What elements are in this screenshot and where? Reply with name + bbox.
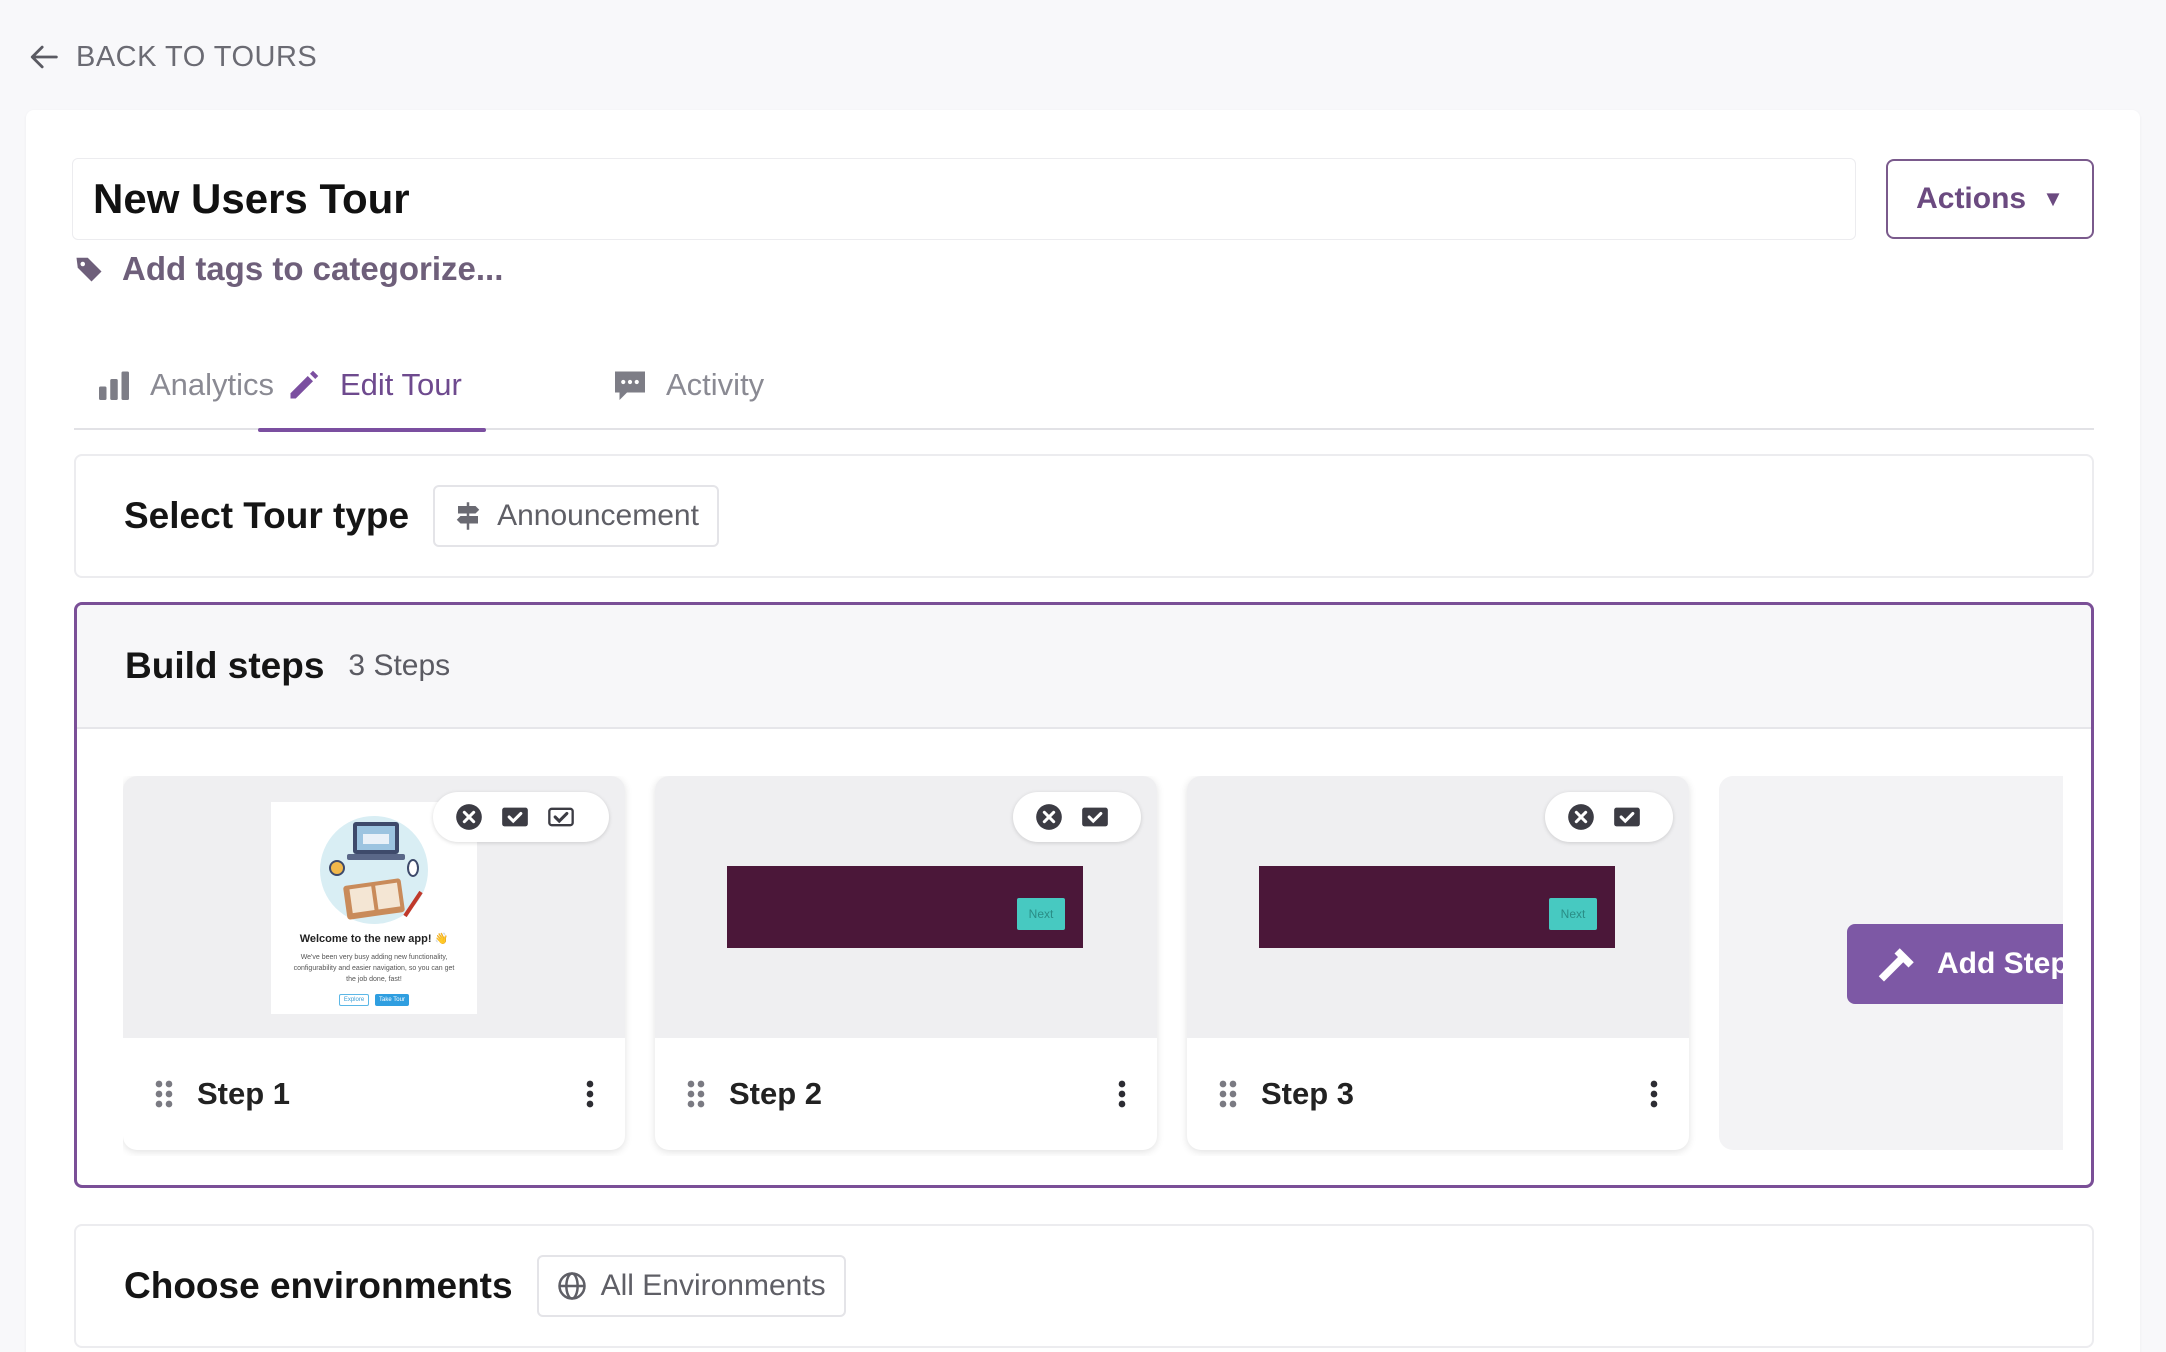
step-flags xyxy=(1545,792,1673,842)
tab-activity-label: Activity xyxy=(666,367,765,402)
add-tags-field[interactable]: Add tags to categorize... xyxy=(74,250,503,288)
step-preview[interactable]: Welcome to the new app! 👋 We've been ver… xyxy=(123,776,625,1038)
build-steps-header: Build steps 3 Steps xyxy=(77,605,2091,729)
tab-activity[interactable]: Activity xyxy=(612,340,764,430)
step-card[interactable]: Next Step 3 xyxy=(1187,776,1689,1150)
tour-type-select[interactable]: Announcement xyxy=(433,485,719,547)
welcome-text: We've been very busy adding new function… xyxy=(293,954,455,983)
more-vertical-icon[interactable] xyxy=(583,1079,597,1109)
step-preview[interactable]: Next xyxy=(1187,776,1689,1038)
close-circle-icon[interactable] xyxy=(1035,803,1063,831)
step-flags xyxy=(433,792,609,842)
back-label: BACK TO TOURS xyxy=(76,40,318,73)
add-step-button[interactable]: Add Step xyxy=(1847,924,2063,1004)
step-flags xyxy=(1013,792,1141,842)
actions-label: Actions xyxy=(1916,182,2027,215)
banner-thumbnail: Next xyxy=(1259,866,1615,948)
tag-icon xyxy=(76,257,102,282)
pencil-icon xyxy=(290,370,319,399)
check-box-filled-icon[interactable] xyxy=(1613,803,1641,831)
environments-value: All Environments xyxy=(600,1269,826,1302)
drag-handle-icon[interactable] xyxy=(685,1079,707,1109)
arrow-left-icon xyxy=(30,45,58,69)
actions-dropdown-button[interactable]: Actions ▼ xyxy=(1886,159,2094,239)
tour-type-heading: Select Tour type xyxy=(124,495,410,536)
close-circle-icon[interactable] xyxy=(455,803,483,831)
step-label: Step 1 xyxy=(197,1076,291,1111)
build-steps-heading: Build steps xyxy=(125,645,325,686)
check-box-outline-icon[interactable] xyxy=(547,803,575,831)
environments-heading: Choose environments xyxy=(124,1265,513,1306)
welcome-title: Welcome to the new app! 👋 xyxy=(299,933,449,945)
environments-select[interactable]: All Environments xyxy=(536,1255,846,1317)
tab-edit-tour-label: Edit Tour xyxy=(340,367,462,402)
step-card[interactable]: Next Step 2 xyxy=(655,776,1157,1150)
tour-editor-panel: New Users Tour Actions ▼ Add tags to cat… xyxy=(26,110,2140,1352)
environments-section: Choose environments All Environments xyxy=(74,1224,2094,1348)
add-step-label: Add Step xyxy=(1937,947,2063,980)
caret-down-icon: ▼ xyxy=(2042,186,2064,211)
take-tour-button: Take Tour xyxy=(375,994,409,1006)
bar-chart-icon xyxy=(99,371,129,400)
tour-type-section: Select Tour type Announcement xyxy=(74,454,2094,578)
more-vertical-icon[interactable] xyxy=(1647,1079,1661,1109)
banner-thumbnail: Next xyxy=(727,866,1083,948)
step-footer: Step 1 xyxy=(123,1038,625,1150)
comment-icon xyxy=(615,371,645,400)
workspace-illustration-icon xyxy=(320,816,428,924)
hammer-icon xyxy=(1878,948,1914,982)
next-button: Next xyxy=(1017,898,1065,930)
drag-handle-icon[interactable] xyxy=(1217,1079,1239,1109)
check-box-filled-icon[interactable] xyxy=(501,803,529,831)
tab-analytics[interactable]: Analytics xyxy=(96,340,274,430)
step-label: Step 2 xyxy=(729,1076,823,1111)
tour-type-value: Announcement xyxy=(497,499,699,532)
close-circle-icon[interactable] xyxy=(1567,803,1595,831)
steps-carousel: Welcome to the new app! 👋 We've been ver… xyxy=(123,776,2063,1156)
add-step-card: Add Step xyxy=(1719,776,2063,1150)
step-footer: Step 2 xyxy=(655,1038,1157,1150)
next-button: Next xyxy=(1549,898,1597,930)
step-preview[interactable]: Next xyxy=(655,776,1157,1038)
tour-title-value: New Users Tour xyxy=(93,175,410,222)
build-steps-section: Build steps 3 Steps Welcome to the new a… xyxy=(74,602,2094,1188)
drag-handle-icon[interactable] xyxy=(153,1079,175,1109)
tour-title-input[interactable]: New Users Tour xyxy=(72,158,1856,240)
step-footer: Step 3 xyxy=(1187,1038,1689,1150)
back-to-tours-link[interactable]: BACK TO TOURS xyxy=(28,40,317,74)
signpost-icon xyxy=(456,502,480,530)
explore-button: Explore xyxy=(339,994,369,1006)
tab-analytics-label: Analytics xyxy=(150,367,275,402)
more-vertical-icon[interactable] xyxy=(1115,1079,1129,1109)
tab-edit-tour[interactable]: Edit Tour xyxy=(258,340,486,432)
step-card[interactable]: Welcome to the new app! 👋 We've been ver… xyxy=(123,776,625,1150)
step-count: 3 Steps xyxy=(348,649,451,682)
globe-icon xyxy=(557,1272,586,1300)
check-box-filled-icon[interactable] xyxy=(1081,803,1109,831)
add-tags-placeholder: Add tags to categorize... xyxy=(122,250,504,287)
step-label: Step 3 xyxy=(1261,1076,1355,1111)
tour-tabs: Analytics Edit Tour Activity xyxy=(74,340,2094,432)
